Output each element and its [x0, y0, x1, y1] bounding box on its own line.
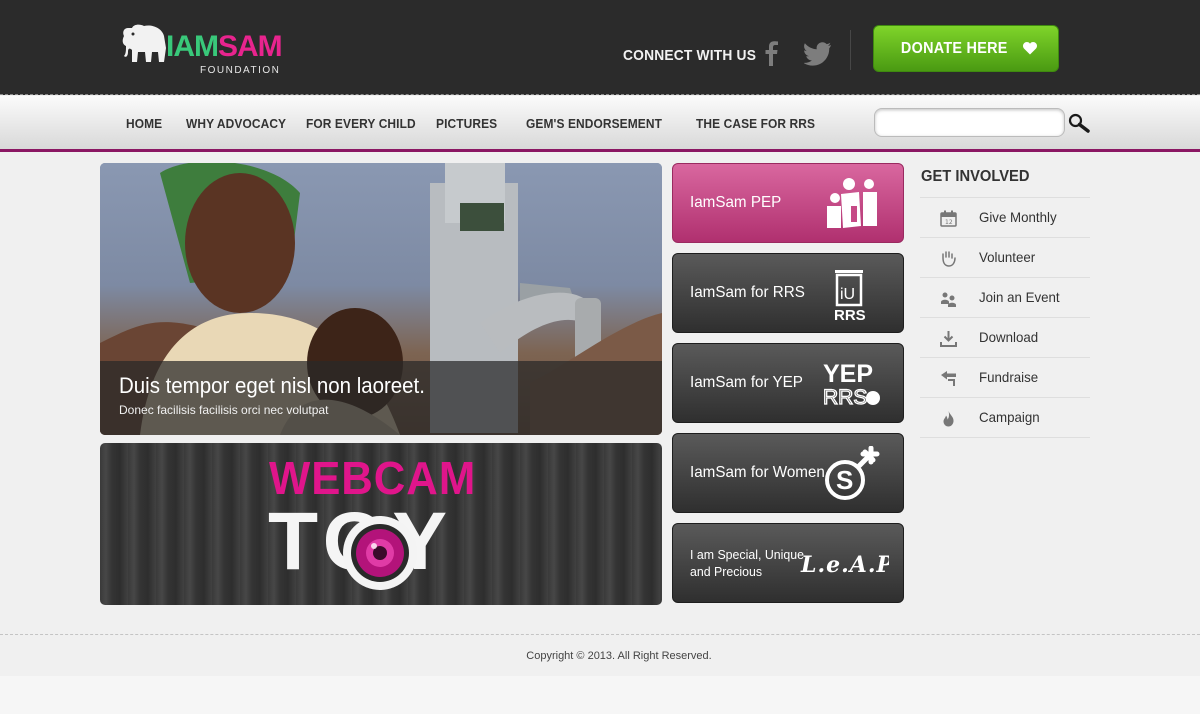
sidebar-item-label: Campaign: [979, 409, 1040, 425]
svg-text:12: 12: [945, 219, 953, 226]
svg-text:S: S: [836, 465, 853, 495]
tile-label: IamSam for YEP: [690, 374, 803, 391]
search-icon[interactable]: [1068, 113, 1090, 133]
tile-label: IamSam PEP: [690, 194, 782, 211]
arrow-icon: [941, 371, 956, 386]
sidebar-divider: [920, 437, 1090, 438]
camera-lens-icon: [343, 516, 417, 590]
donate-label: DONATE HERE: [900, 39, 1008, 57]
hand-icon: [942, 251, 956, 267]
tile-label: IamSam for RRS: [690, 284, 805, 301]
footer-divider: [0, 634, 1200, 635]
nav-accent-line: [0, 149, 1200, 152]
get-involved-title: GET INVOLVED: [921, 168, 1030, 185]
family-icon: [827, 178, 877, 228]
tile-label: IamSam for Women: [690, 464, 825, 481]
svg-text:RRS: RRS: [834, 307, 866, 322]
flame-icon: [943, 411, 954, 427]
svg-text:YEP: YEP: [823, 360, 873, 388]
women-symbol-icon: S: [825, 446, 880, 500]
rrs-icon: iU RRS: [834, 270, 866, 322]
sidebar-item-fundraise[interactable]: Fundraise: [920, 359, 1090, 397]
sidebar-item-label: Join an Event: [979, 289, 1060, 305]
sidebar-item-join-event[interactable]: Join an Event: [920, 279, 1090, 317]
nav-item-home[interactable]: HOME: [126, 116, 162, 131]
nav-item-gems-endorsement[interactable]: GEM'S ENDORSEMENT: [526, 116, 662, 131]
tile-label: I am Special, Unique and Precious: [690, 547, 804, 579]
calendar-icon: 12: [940, 210, 957, 227]
footer-bottom: [0, 676, 1200, 714]
logo-wordmark: IAMSAM: [166, 30, 283, 63]
download-icon: [940, 331, 957, 347]
yep-rrs-icon: YEP RRS: [823, 360, 880, 410]
header-separator: [850, 30, 851, 70]
sidebar-item-give-monthly[interactable]: 12 Give Monthly: [920, 199, 1090, 237]
header-divider: [0, 94, 1200, 95]
webcam-toy-banner[interactable]: WEBCAM TOY: [100, 443, 662, 605]
sidebar-item-label: Volunteer: [979, 249, 1036, 265]
sidebar-item-campaign[interactable]: Campaign: [920, 399, 1090, 437]
sidebar-item-download[interactable]: Download: [920, 319, 1090, 357]
nav-item-case-for-rrs[interactable]: THE CASE FOR RRS: [696, 116, 815, 131]
copyright-text: Copyright © 2013. All Right Reserved.: [526, 650, 712, 662]
tile-leaps[interactable]: I am Special, Unique and Precious L.e.A.…: [672, 523, 904, 603]
tile-iamsam-pep[interactable]: IamSam PEP: [672, 163, 904, 243]
leaps-icon: L.e.A.P.S.: [800, 552, 889, 578]
hero-subtitle: Donec facilisis facilisis orci nec volut…: [119, 403, 329, 417]
hero-slider[interactable]: Duis tempor eget nisl non laoreet. Donec…: [100, 163, 662, 435]
elephant-icon: [122, 24, 166, 62]
facebook-icon[interactable]: [762, 40, 780, 66]
svg-text:iU: iU: [840, 286, 855, 303]
sidebar-divider: [920, 397, 1090, 398]
sidebar-item-label: Download: [979, 329, 1039, 345]
sidebar-divider: [920, 197, 1090, 198]
logo-subtitle: FOUNDATION: [200, 65, 281, 76]
sidebar-divider: [920, 277, 1090, 278]
tile-iamsam-yep[interactable]: IamSam for YEP YEP RRS: [672, 343, 904, 423]
sidebar-divider: [920, 317, 1090, 318]
svg-text:L.e.A.P.S.: L.e.A.P.S.: [800, 552, 889, 578]
sidebar-item-volunteer[interactable]: Volunteer: [920, 239, 1090, 277]
people-icon: [941, 292, 956, 307]
heart-icon: [1023, 42, 1038, 55]
nav-item-for-every-child[interactable]: FOR EVERY CHILD: [306, 116, 416, 131]
sidebar-divider: [920, 357, 1090, 358]
donate-button[interactable]: DONATE HERE: [873, 25, 1059, 72]
twitter-icon[interactable]: [804, 42, 832, 66]
hero-title: Duis tempor eget nisl non laoreet.: [119, 373, 425, 398]
nav-item-pictures[interactable]: PICTURES: [436, 116, 497, 131]
sidebar-item-label: Give Monthly: [979, 209, 1057, 225]
sidebar-item-label: Fundraise: [979, 369, 1039, 385]
tile-iamsam-rrs[interactable]: IamSam for RRS iU RRS: [672, 253, 904, 333]
svg-text:RRS: RRS: [823, 386, 867, 409]
tile-iamsam-women[interactable]: IamSam for Women S: [672, 433, 904, 513]
search-input[interactable]: [874, 108, 1065, 137]
nav-item-why-advocacy[interactable]: WHY ADVOCACY: [186, 116, 286, 131]
site-logo[interactable]: IAMSAM FOUNDATION: [118, 22, 283, 78]
connect-label: CONNECT WITH US: [623, 47, 757, 64]
sidebar-divider: [920, 237, 1090, 238]
